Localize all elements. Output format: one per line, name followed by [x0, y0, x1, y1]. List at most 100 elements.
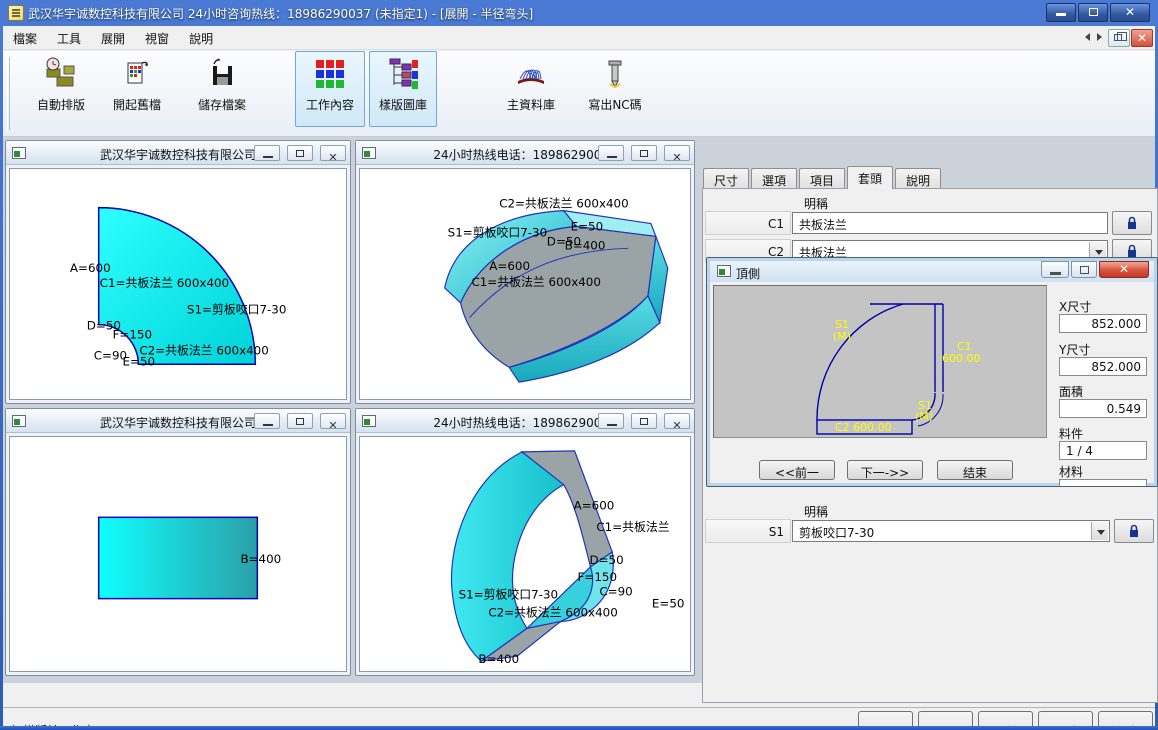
- tab-dimensions[interactable]: 尺寸: [703, 168, 749, 189]
- dim-label: B=400: [478, 652, 519, 666]
- close-button[interactable]: ✕: [320, 413, 346, 429]
- toolbar-open-file[interactable]: 開起舊檔: [99, 51, 175, 125]
- minimize-button[interactable]: [254, 145, 280, 161]
- dialog-icon: [717, 265, 731, 277]
- restore-button[interactable]: [1071, 261, 1097, 278]
- close-icon: ✕: [672, 151, 681, 164]
- toolbar-label: 主資料庫: [507, 98, 555, 112]
- toolbar-label: 儲存檔案: [198, 98, 246, 112]
- drawing-2d-flat-pattern: A=600 C1=共板法兰 600x400 S1=剪板咬口7-30 D=50 F…: [9, 168, 347, 400]
- restore-icon: [296, 150, 304, 157]
- restore-button[interactable]: [287, 145, 313, 161]
- s1-lock-button[interactable]: [1114, 519, 1154, 543]
- mdi-restore-button[interactable]: [1108, 29, 1130, 47]
- dim-label: C2=共板法兰 600x400: [488, 605, 617, 619]
- previous-button[interactable]: <<前一: [759, 460, 835, 480]
- toolbar-label: 自動排版: [37, 98, 85, 112]
- restore-icon: [640, 150, 648, 157]
- top-side-dialog: 頂側 ✕ S1 (M): [706, 257, 1158, 487]
- toolbar: 自動排版 開起舊檔: [3, 51, 1155, 137]
- window-bottom-border: [0, 726, 1158, 730]
- dim-label: A=600: [489, 259, 530, 273]
- svg-text:600.00: 600.00: [942, 352, 981, 365]
- minimize-button[interactable]: [1046, 3, 1076, 22]
- s1-combo[interactable]: 剪板咬口7-30: [792, 520, 1110, 542]
- tab-options[interactable]: 選項: [751, 168, 797, 189]
- toolbar-label: 寫出NC碼: [588, 98, 641, 112]
- svg-text:(M): (M): [915, 410, 933, 423]
- dim-label: C1=共板法兰: [596, 520, 669, 534]
- app-icon: [8, 5, 24, 21]
- preview-labels: S1 (M) C1 600.00 S1 (M) C2 600.00: [833, 318, 981, 434]
- maximize-button[interactable]: [1078, 3, 1108, 22]
- material-label: 材料: [1059, 463, 1083, 480]
- minimize-button[interactable]: [598, 413, 624, 429]
- dim-label: C1=共板法兰 600x400: [471, 275, 600, 289]
- menu-tools[interactable]: 工具: [47, 26, 91, 51]
- menu-window[interactable]: 視窗: [135, 26, 179, 51]
- c1-lock-button[interactable]: [1112, 211, 1152, 235]
- close-button[interactable]: ✕: [1099, 261, 1149, 278]
- minimize-icon: [607, 424, 617, 426]
- dim-label: E=50: [571, 219, 604, 233]
- save-file-icon: [205, 57, 239, 91]
- rectangle-shape: [99, 517, 258, 598]
- window-title: 武汉华宇诚数控科技有限公司 24小时咨询热线：18986290037 (未指定1…: [28, 5, 533, 22]
- c1-value-field[interactable]: 共板法兰: [792, 212, 1108, 234]
- drawing-3d-view-front: A=600 C1=共板法兰 D=50 F=150 C=90 S1=剪板咬口7-3…: [359, 436, 691, 672]
- dialog-preview-drawing: S1 (M) C1 600.00 S1 (M) C2 600.00: [713, 285, 1047, 438]
- restore-button[interactable]: [631, 145, 657, 161]
- close-button[interactable]: ✕: [664, 145, 690, 161]
- dim-label: C1=共板法兰 600x400: [100, 276, 229, 290]
- column-header: 明稱: [804, 503, 828, 520]
- x-size-label: X尺寸: [1059, 298, 1091, 315]
- dim-label: F=150: [578, 570, 617, 584]
- toolbar-label: 開起舊檔: [113, 98, 161, 112]
- minimize-icon: [1050, 272, 1061, 275]
- end-button[interactable]: 结束: [937, 460, 1013, 480]
- menu-unfold[interactable]: 展開: [91, 26, 135, 51]
- dim-label: A=600: [574, 498, 615, 512]
- close-button[interactable]: ✕: [320, 145, 346, 161]
- dialog-title: 頂側: [736, 265, 760, 282]
- menu-help[interactable]: 說明: [179, 26, 223, 51]
- dim-label: S1=剪板咬口7-30: [187, 303, 287, 317]
- dim-label: S1=剪板咬口7-30: [448, 225, 547, 239]
- menu-file[interactable]: 檔案: [3, 26, 47, 51]
- viewport-bottom-right: 24小时热线电话：18986290037 ✕: [355, 408, 695, 676]
- minimize-button[interactable]: [598, 145, 624, 161]
- restore-button[interactable]: [287, 413, 313, 429]
- next-arrow-icon[interactable]: [1097, 33, 1102, 41]
- auto-nest-icon: [44, 57, 78, 91]
- toolbar-template-library[interactable]: 樣版圖庫: [369, 51, 437, 127]
- toolbar-save-file[interactable]: 儲存檔案: [184, 51, 260, 125]
- restore-button[interactable]: [631, 413, 657, 429]
- minimize-button[interactable]: [254, 413, 280, 429]
- job-content-icon: [313, 57, 347, 91]
- toolbar-grip[interactable]: [7, 57, 10, 130]
- toolbar-main-database[interactable]: 主資料庫: [495, 51, 567, 125]
- restore-icon: [296, 418, 304, 425]
- dim-label: C2=共板法兰 600x400: [139, 343, 268, 357]
- close-button[interactable]: ✕: [664, 413, 690, 429]
- x-size-value: 852.000: [1059, 314, 1147, 333]
- next-button[interactable]: 下一->>: [847, 460, 923, 480]
- toolbar-job-content[interactable]: 工作內容: [295, 51, 365, 127]
- mdi-close-button[interactable]: ✕: [1131, 29, 1153, 47]
- application-window: 武汉华宇诚数控科技有限公司 24小时咨询热线：18986290037 (未指定1…: [0, 0, 1158, 730]
- close-icon: ✕: [328, 151, 337, 164]
- minimize-button[interactable]: [1041, 261, 1069, 278]
- restore-icon: [640, 418, 648, 425]
- dim-label: C=90: [599, 585, 632, 599]
- area-label: 面積: [1059, 383, 1083, 400]
- tab-help[interactable]: 說明: [895, 168, 941, 189]
- viewport-bottom-left: 武汉华宇诚数控科技有限公司 ✕ B=400: [5, 408, 351, 676]
- tab-items[interactable]: 項目: [799, 168, 845, 189]
- toolbar-auto-nest[interactable]: 自動排版: [23, 51, 99, 125]
- close-button[interactable]: ✕: [1110, 3, 1150, 22]
- dropdown-arrow-icon[interactable]: [1091, 522, 1108, 540]
- restore-icon: [1080, 266, 1089, 274]
- prev-arrow-icon[interactable]: [1085, 33, 1090, 41]
- toolbar-write-nc-code[interactable]: 寫出NC碼: [579, 51, 651, 125]
- tab-connections[interactable]: 套頭: [847, 166, 893, 189]
